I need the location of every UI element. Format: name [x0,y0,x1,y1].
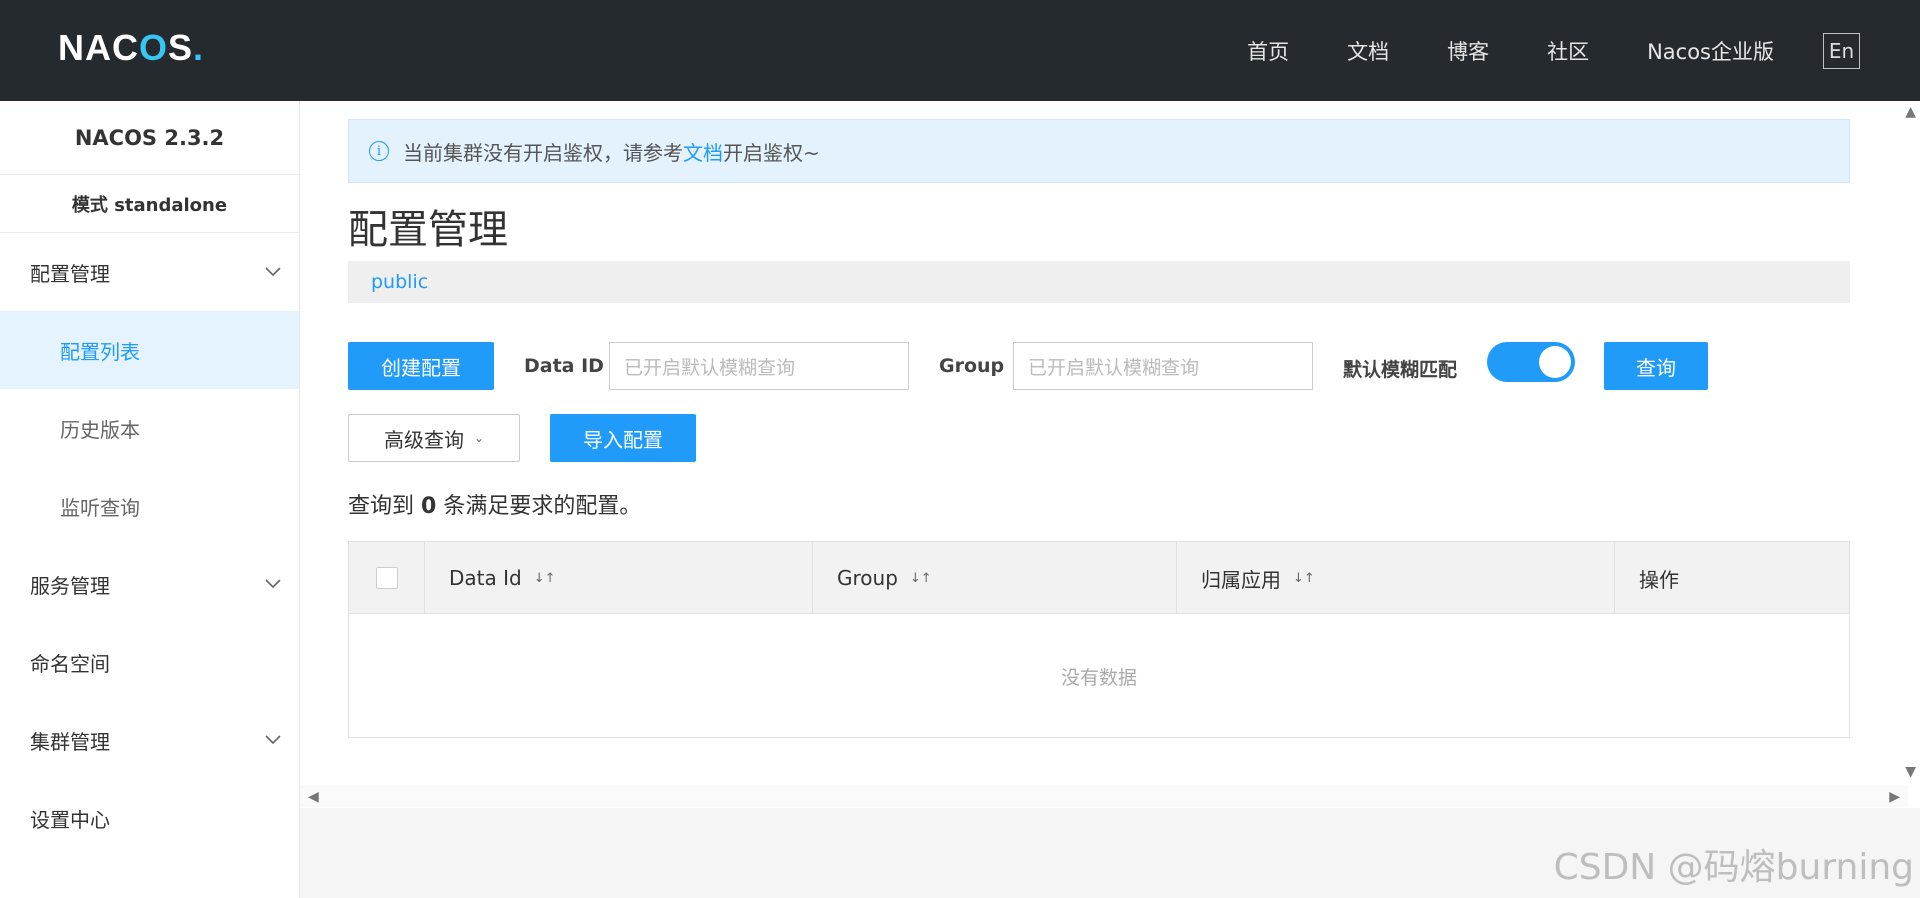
notice-text-before: 当前集群没有开启鉴权，请参考 [403,140,683,165]
result-suffix: 条满足要求的配置。 [443,494,642,519]
horizontal-scrollbar[interactable]: ◀ ▶ [300,785,1908,807]
sort-icon[interactable]: ↓↑ [534,571,556,586]
select-all-cell [349,542,425,614]
sidebar-item-settings[interactable]: 设置中心 [0,779,299,857]
column-label: Group [837,566,898,590]
fuzzy-match-toggle[interactable] [1487,342,1575,382]
table-header: Data Id ↓↑ Group ↓↑ 归属应用 ↓↑ 操作 [349,542,1849,614]
result-summary: 查询到 0 条满足要求的配置。 [348,488,641,520]
top-navbar: NAC O S. 首页 文档 博客 社区 Nacos企业版 En [0,0,1920,101]
query-button[interactable]: 查询 [1604,342,1708,390]
main-content: i 当前集群没有开启鉴权，请参考 文档 开启鉴权~ 配置管理 public 创建配置… [300,101,1920,898]
column-label: Data Id [449,566,522,590]
fuzzy-match-label: 默认模糊匹配 [1343,359,1458,381]
language-switch-button[interactable]: En [1823,33,1860,69]
sidebar-item-label: 配置管理 [30,261,110,286]
notice-text-after: 开启鉴权~ [723,140,820,165]
create-config-button[interactable]: 创建配置 [348,342,494,390]
sidebar-item-label: 命名空间 [30,651,110,676]
namespace-public[interactable]: public [371,271,428,293]
select-all-checkbox[interactable] [375,567,398,589]
sidebar-item-label: 服务管理 [30,573,110,598]
scroll-down-icon[interactable]: ▼ [1905,764,1916,780]
nav-enterprise[interactable]: Nacos企业版 [1647,36,1774,66]
toggle-knob [1539,346,1571,378]
auth-notice: i 当前集群没有开启鉴权，请参考 文档 开启鉴权~ [348,119,1850,183]
group-label: Group [939,355,1005,377]
chevron-up-icon [265,267,281,277]
sort-icon[interactable]: ↓↑ [1293,571,1315,586]
import-config-button[interactable]: 导入配置 [550,414,696,462]
chevron-down-icon [265,735,281,745]
data-id-label: Data ID [524,355,604,377]
chevron-down-icon [265,579,281,589]
nav-community[interactable]: 社区 [1547,36,1589,66]
top-nav: 首页 文档 博客 社区 Nacos企业版 [1189,0,1774,101]
result-prefix: 查询到 [348,494,415,519]
config-table: Data Id ↓↑ Group ↓↑ 归属应用 ↓↑ 操作 没有数据 [348,541,1850,738]
sidebar-item-cluster-management[interactable]: 集群管理 [0,701,299,779]
empty-state-text: 没有数据 [1060,666,1137,689]
notice-docs-link[interactable]: 文档 [683,137,723,166]
sidebar-item-label: 设置中心 [30,807,110,832]
column-data-id[interactable]: Data Id ↓↑ [425,542,813,614]
column-app[interactable]: 归属应用 ↓↑ [1177,542,1615,614]
sidebar-item-history[interactable]: 历史版本 [0,389,299,467]
nav-docs[interactable]: 文档 [1347,36,1389,66]
csdn-watermark: CSDN @码熔burning [1553,847,1914,888]
info-icon: i [369,141,389,161]
page-title: 配置管理 [348,207,508,253]
namespace-bar: public [348,261,1850,303]
sidebar-item-config-management[interactable]: 配置管理 [0,233,299,311]
sidebar-item-namespace[interactable]: 命名空间 [0,623,299,701]
sidebar: NACOS 2.3.2 模式 standalone 配置管理 配置列表 历史版本… [0,101,300,898]
group-input[interactable]: 已开启默认模糊查询 [1013,342,1313,390]
scroll-left-icon[interactable]: ◀ [308,789,319,805]
nav-home[interactable]: 首页 [1247,36,1289,66]
version-label: NACOS 2.3.2 [0,101,299,175]
scroll-up-icon[interactable]: ▲ [1905,104,1916,120]
result-count: 0 [421,494,437,519]
mode-label: 模式 standalone [0,175,299,233]
advanced-query-label: 高级查询 [383,427,464,452]
chevron-down-icon: ⌄ [473,431,485,445]
sidebar-item-listener-query[interactable]: 监听查询 [0,467,299,545]
column-group[interactable]: Group ↓↑ [813,542,1177,614]
column-label: 归属应用 [1201,567,1281,592]
column-label: 操作 [1639,567,1679,592]
sidebar-item-config-list[interactable]: 配置列表 [0,311,299,389]
sidebar-item-label: 集群管理 [30,729,110,754]
scroll-right-icon[interactable]: ▶ [1889,789,1900,805]
nacos-logo[interactable]: NAC O S. [58,27,204,68]
data-id-input[interactable]: 已开启默认模糊查询 [609,342,909,390]
sort-icon[interactable]: ↓↑ [910,571,932,586]
advanced-query-dropdown[interactable]: 高级查询 ⌄ [348,414,520,462]
column-actions: 操作 [1615,542,1849,614]
nav-blog[interactable]: 博客 [1447,36,1489,66]
sidebar-item-service-management[interactable]: 服务管理 [0,545,299,623]
